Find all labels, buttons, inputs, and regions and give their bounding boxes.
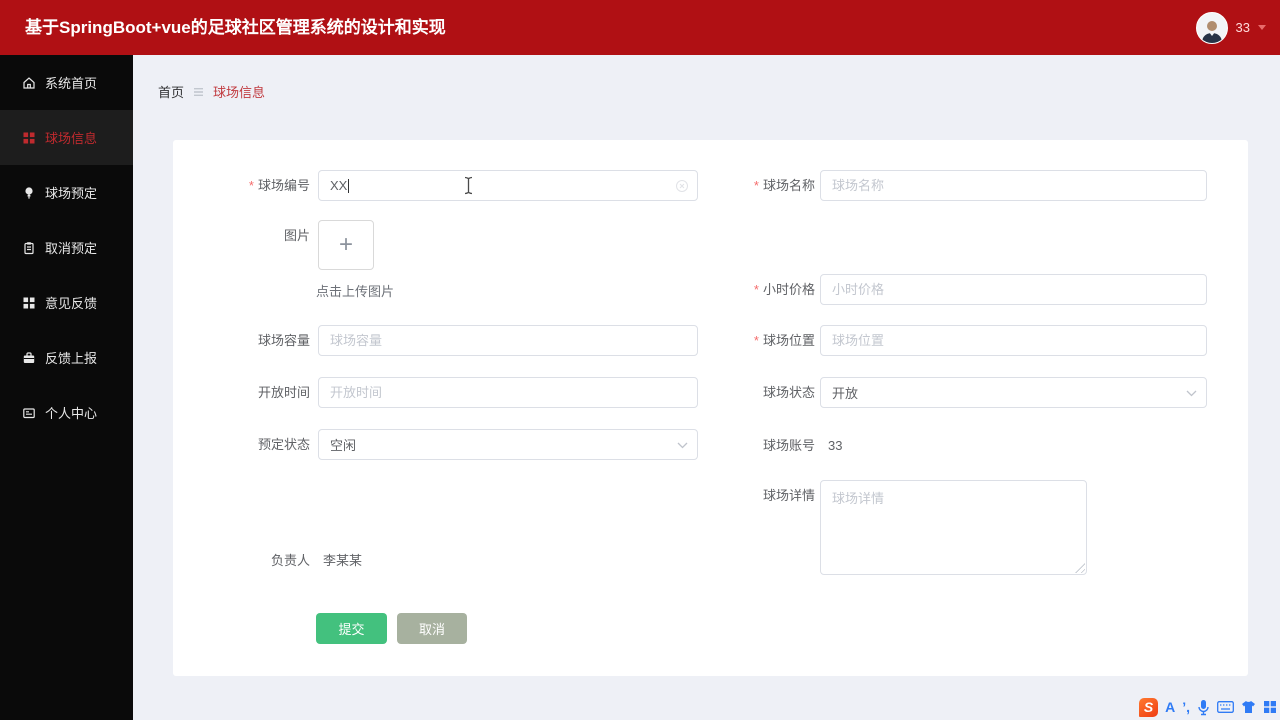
- sidebar-item-feedback[interactable]: 意见反馈: [0, 275, 133, 330]
- field-no-label: * 球场编号: [248, 178, 310, 193]
- plus-icon: +: [338, 231, 353, 258]
- required-mark: *: [753, 333, 759, 348]
- upload-hint: 点击上传图片: [316, 284, 395, 299]
- required-mark: *: [753, 178, 759, 193]
- ime-letter-mode[interactable]: A: [1165, 697, 1175, 717]
- location-label: * 球场位置: [753, 333, 815, 348]
- sidebar-item-feedback-report[interactable]: 反馈上报: [0, 330, 133, 385]
- location-input[interactable]: [820, 325, 1207, 356]
- shirt-icon[interactable]: [1241, 700, 1256, 714]
- page-title: 基于SpringBoot+vue的足球社区管理系统的设计和实现: [25, 18, 446, 37]
- chevron-down-icon: [1186, 390, 1197, 397]
- sogou-logo-icon[interactable]: S: [1139, 697, 1159, 717]
- sidebar-item-cancel-booking[interactable]: 取消预定: [0, 220, 133, 275]
- image-upload-button[interactable]: +: [318, 220, 374, 270]
- grid-icon: [23, 132, 35, 143]
- manager-label: 负责人: [270, 553, 310, 568]
- breadcrumb-separator-icon: [194, 87, 204, 96]
- sidebar-item-label: 取消预定: [45, 241, 98, 256]
- chevron-down-icon: [1258, 25, 1266, 30]
- sidebar-item-field-booking[interactable]: 球场预定: [0, 165, 133, 220]
- main-content: 首页 球场信息 *球场编号 XX *球场名称 图片: [133, 55, 1280, 720]
- booking-status-label: 预定状态: [257, 437, 310, 452]
- breadcrumb-current: 球场信息: [213, 85, 266, 100]
- name-input[interactable]: [820, 170, 1207, 201]
- field-status-label: 球场状态: [762, 385, 815, 400]
- breadcrumb-home[interactable]: 首页: [158, 82, 184, 101]
- user-menu[interactable]: 33: [1195, 0, 1266, 55]
- account-label: 球场账号: [762, 438, 815, 453]
- person-icon: [1201, 20, 1222, 43]
- keyboard-icon[interactable]: [1217, 701, 1234, 713]
- grid-icon: [23, 297, 35, 308]
- open-time-label: 开放时间: [257, 385, 310, 400]
- sidebar-item-label: 球场预定: [45, 186, 98, 201]
- field-no-input[interactable]: XX: [318, 170, 698, 201]
- hour-price-input[interactable]: [820, 274, 1207, 305]
- app-header: 基于SpringBoot+vue的足球社区管理系统的设计和实现 33: [0, 0, 1280, 55]
- cancel-button[interactable]: 取消: [397, 613, 467, 644]
- open-time-input[interactable]: [318, 377, 698, 408]
- form-card: *球场编号 XX *球场名称 图片 + 点击上传图片 *小时价格: [173, 140, 1248, 676]
- field-status-select[interactable]: 开放: [820, 377, 1207, 408]
- card-icon: [23, 407, 35, 418]
- clipboard-icon: [24, 241, 34, 254]
- field-status-value: 开放: [832, 386, 859, 401]
- breadcrumb: 首页 球场信息: [158, 82, 265, 101]
- username-label: 33: [1235, 20, 1250, 35]
- account-value: 33: [828, 438, 843, 453]
- text-caret: [348, 178, 350, 193]
- required-mark: *: [753, 282, 759, 297]
- sidebar-item-label: 个人中心: [45, 406, 98, 421]
- sidebar-item-field-info[interactable]: 球场信息: [0, 110, 133, 165]
- name-label: * 球场名称: [753, 178, 815, 193]
- sidebar-item-label: 系统首页: [45, 76, 98, 91]
- image-label: 图片: [283, 228, 310, 243]
- home-icon: [23, 76, 35, 89]
- required-mark: *: [248, 178, 254, 193]
- field-no-value: XX: [330, 178, 348, 193]
- sidebar-item-home[interactable]: 系统首页: [0, 55, 133, 110]
- pin-icon: [25, 186, 33, 198]
- capacity-label: 球场容量: [257, 333, 310, 348]
- manager-value: 李某某: [323, 553, 363, 568]
- avatar[interactable]: [1195, 11, 1228, 44]
- sidebar-item-label: 反馈上报: [45, 351, 98, 366]
- briefcase-icon: [23, 351, 35, 363]
- booking-status-select[interactable]: 空闲: [318, 429, 698, 460]
- grid-panel-icon[interactable]: [1263, 700, 1277, 714]
- details-textarea[interactable]: [820, 480, 1087, 575]
- booking-status-value: 空闲: [330, 438, 357, 453]
- microphone-icon[interactable]: [1197, 699, 1210, 716]
- hour-price-label: * 小时价格: [753, 282, 815, 297]
- sidebar-item-label: 意见反馈: [45, 296, 98, 311]
- sidebar: 系统首页 球场信息 球场预定 取消预定 意见反馈 反馈上报 个人中心: [0, 55, 133, 720]
- sidebar-item-profile[interactable]: 个人中心: [0, 385, 133, 440]
- capacity-input[interactable]: [318, 325, 698, 356]
- submit-button[interactable]: 提交: [316, 613, 387, 644]
- ime-punctuation-icon[interactable]: ’,: [1182, 697, 1190, 717]
- sidebar-item-label: 球场信息: [45, 131, 98, 146]
- details-label: 球场详情: [762, 488, 815, 503]
- ime-toolbar: S A ’,: [1139, 697, 1277, 717]
